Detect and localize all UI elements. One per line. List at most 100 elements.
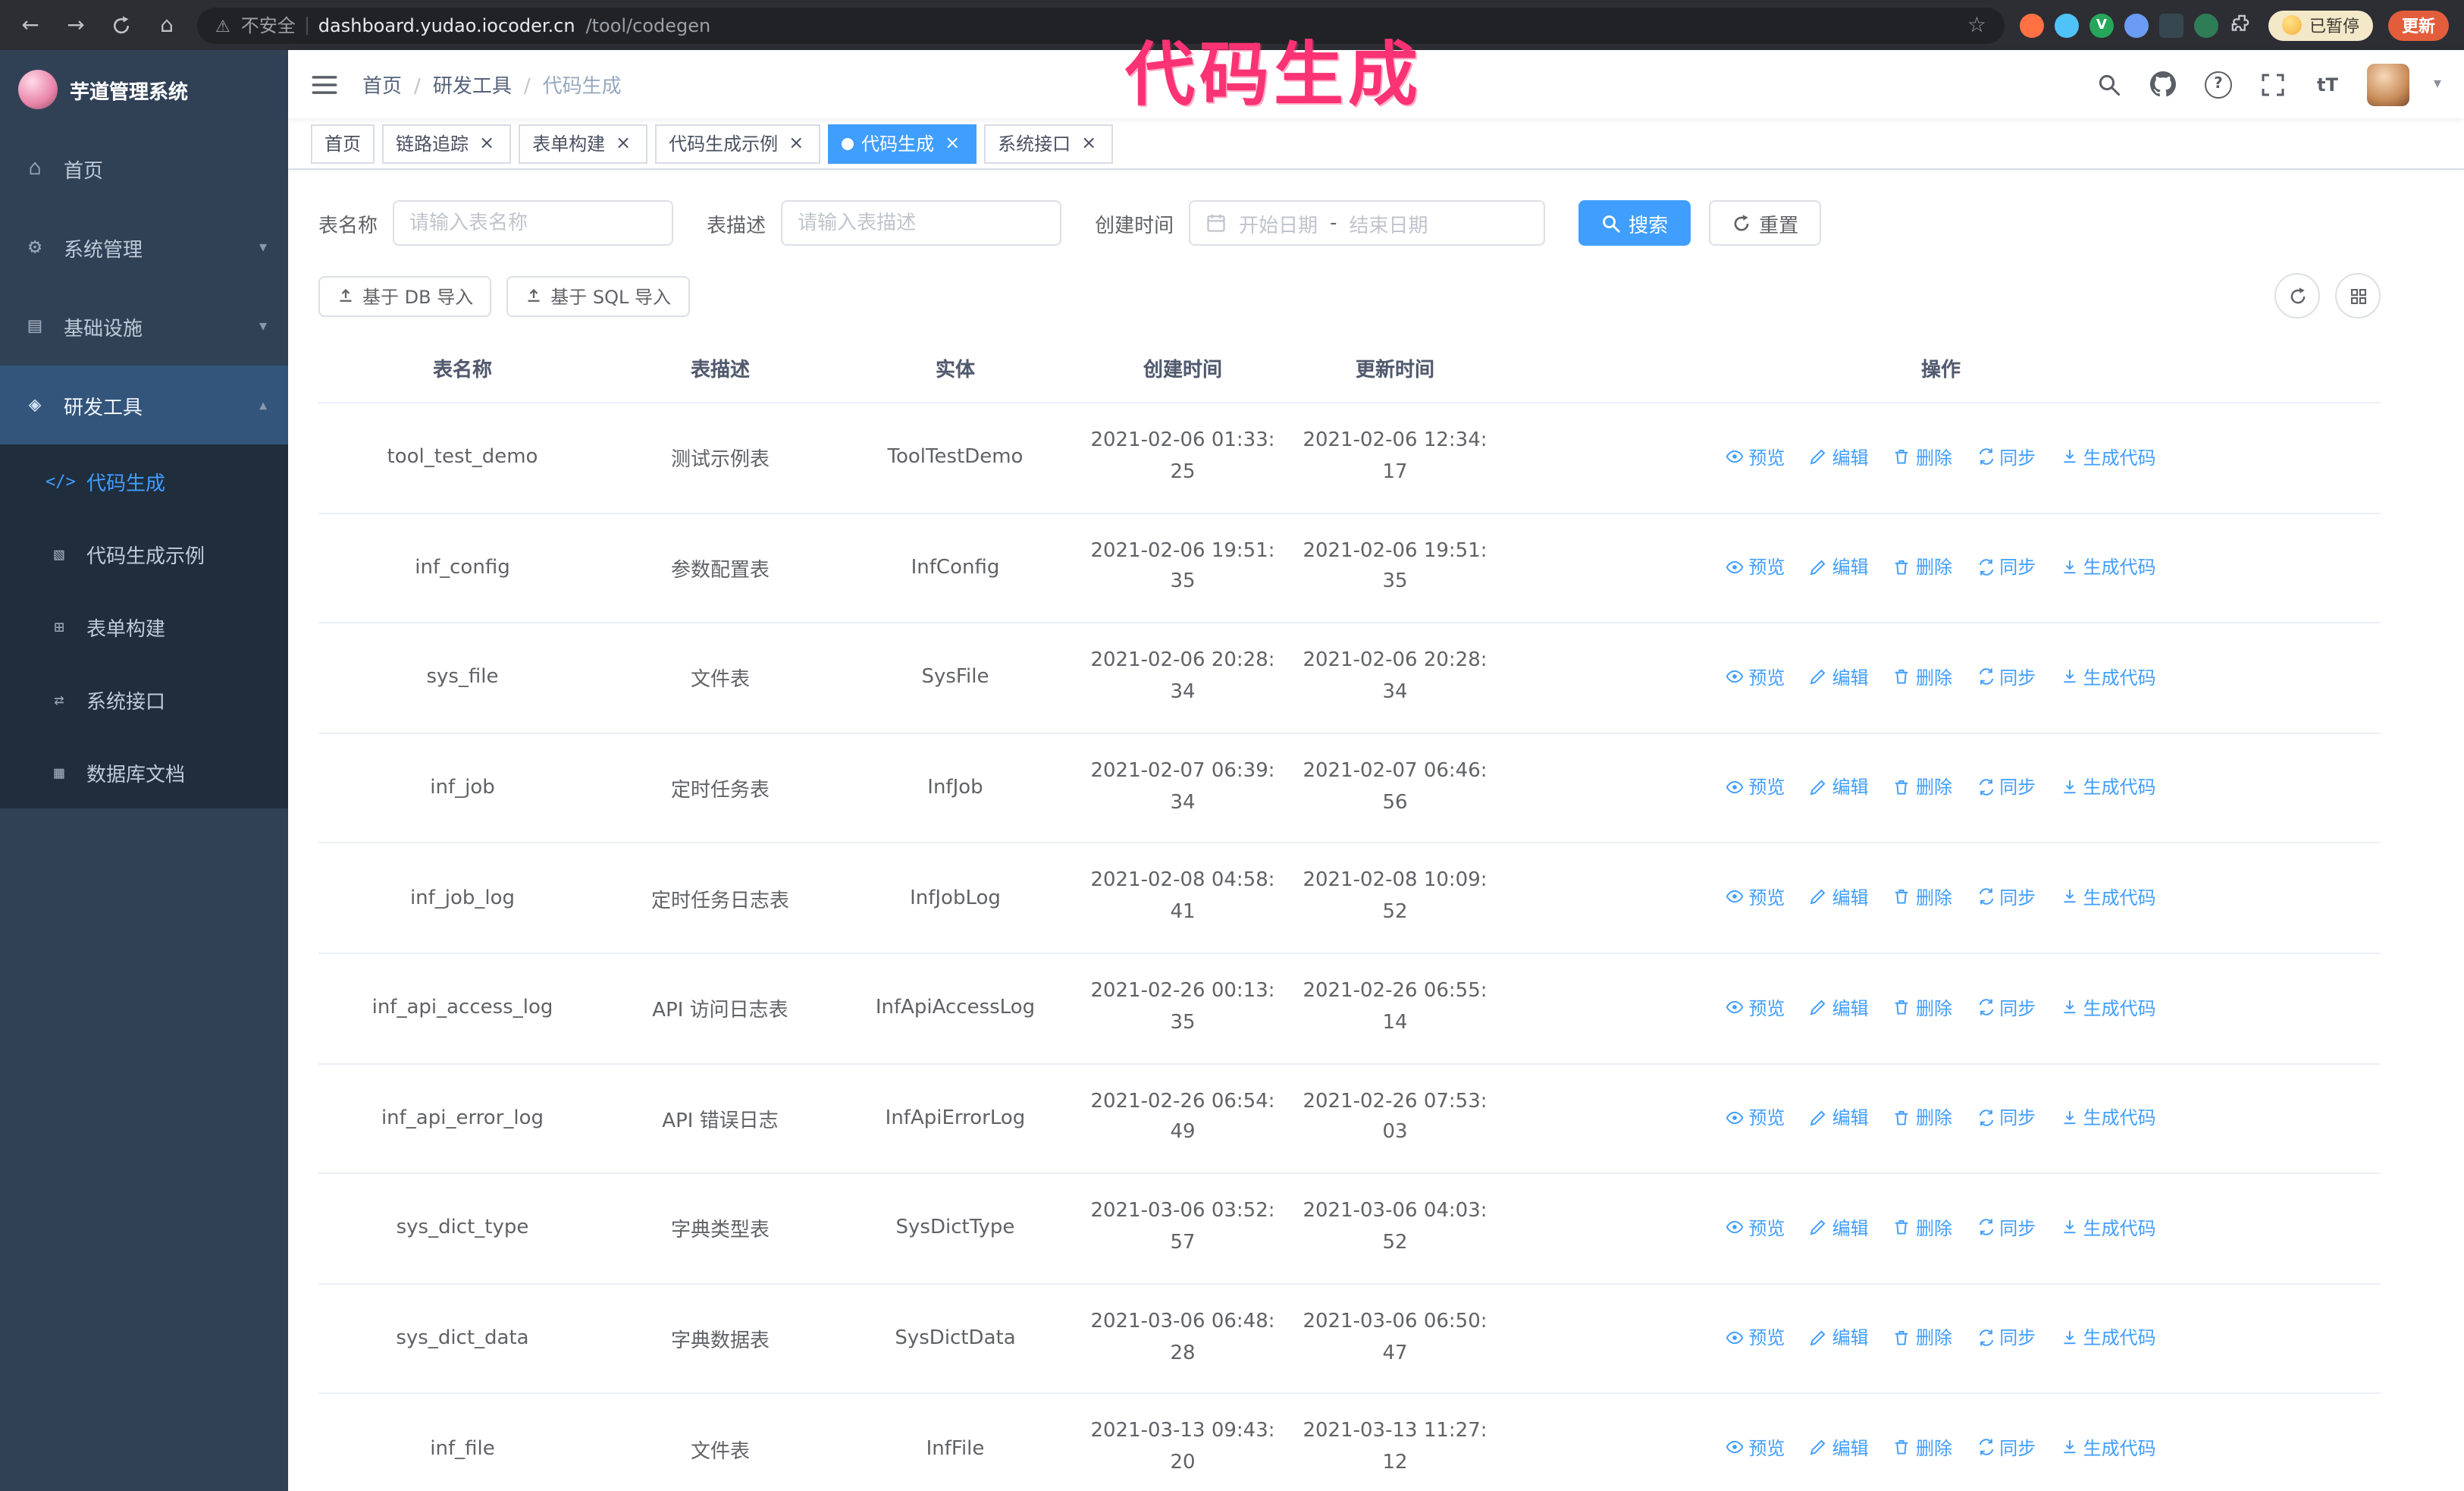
page-tag[interactable]: 系统接口 (984, 124, 1114, 163)
sidebar-subitem[interactable]: ▦ 数据库文档 (0, 736, 288, 808)
edit-link[interactable]: 编辑 (1810, 554, 1869, 579)
sync-link[interactable]: 同步 (1977, 554, 2036, 579)
refresh-table-button[interactable] (2274, 273, 2320, 319)
generate-code-link[interactable]: 生成代码 (2061, 884, 2156, 910)
collapse-sidebar-icon[interactable] (311, 69, 341, 99)
user-avatar[interactable] (2366, 63, 2409, 105)
edit-link[interactable]: 编辑 (1810, 994, 1869, 1020)
back-icon[interactable] (15, 10, 45, 40)
sidebar-subitem[interactable]: ⇄ 系统接口 (0, 663, 288, 736)
font-size-icon[interactable] (2312, 69, 2343, 99)
reload-icon[interactable] (106, 10, 136, 40)
close-icon[interactable] (1078, 133, 1099, 154)
preview-link[interactable]: 预览 (1726, 444, 1785, 469)
preview-link[interactable]: 预览 (1726, 884, 1785, 910)
page-tag[interactable]: 首页 (311, 124, 375, 163)
date-range-picker[interactable]: 开始日期 - 结束日期 (1189, 200, 1546, 246)
edit-link[interactable]: 编辑 (1810, 1325, 1869, 1351)
extension-icon[interactable] (2194, 13, 2218, 37)
table-name-input[interactable] (393, 200, 674, 246)
fullscreen-icon[interactable] (2258, 69, 2288, 99)
generate-code-link[interactable]: 生成代码 (2061, 994, 2156, 1020)
sync-link[interactable]: 同步 (1977, 1104, 2036, 1130)
extension-icon[interactable] (2159, 13, 2183, 37)
close-icon[interactable] (942, 133, 963, 154)
generate-code-link[interactable]: 生成代码 (2061, 1104, 2156, 1130)
table-desc-input[interactable] (781, 200, 1062, 246)
generate-code-link[interactable]: 生成代码 (2061, 444, 2156, 469)
github-icon[interactable] (2149, 69, 2179, 99)
preview-link[interactable]: 预览 (1726, 1325, 1785, 1351)
generate-code-link[interactable]: 生成代码 (2061, 774, 2156, 800)
delete-link[interactable]: 删除 (1893, 1325, 1952, 1351)
preview-link[interactable]: 预览 (1726, 1435, 1785, 1461)
preview-link[interactable]: 预览 (1726, 1104, 1785, 1130)
breadcrumb-item[interactable]: 研发工具 (402, 70, 512, 99)
delete-link[interactable]: 删除 (1893, 444, 1952, 469)
generate-code-link[interactable]: 生成代码 (2061, 664, 2156, 689)
page-tag[interactable]: 表单构建 (519, 124, 648, 163)
sync-link[interactable]: 同步 (1977, 444, 2036, 469)
home-icon[interactable] (152, 10, 182, 40)
page-tag[interactable]: 代码生成示例 (655, 124, 821, 163)
sync-link[interactable]: 同步 (1977, 1214, 2036, 1240)
breadcrumb-item[interactable]: 首页 (362, 70, 402, 99)
import-sql-button[interactable]: 基于 SQL 导入 (506, 275, 689, 316)
date-start-placeholder[interactable]: 开始日期 (1239, 209, 1318, 237)
sidebar-subitem[interactable]: ▧ 代码生成示例 (0, 517, 288, 590)
reset-button[interactable]: 重置 (1709, 200, 1822, 246)
extension-icon[interactable] (2055, 13, 2079, 37)
forward-icon[interactable] (61, 10, 91, 40)
app-logo[interactable]: 芋道管理系统 (0, 50, 288, 129)
import-db-button[interactable]: 基于 DB 导入 (318, 275, 492, 316)
breadcrumb-item[interactable]: 代码生成 (512, 70, 622, 99)
edit-link[interactable]: 编辑 (1810, 664, 1869, 689)
date-end-placeholder[interactable]: 结束日期 (1350, 209, 1428, 237)
extensions-puzzle-icon[interactable] (2229, 13, 2253, 37)
sidebar-item[interactable]: ⚙ 系统管理 (0, 208, 288, 287)
sync-link[interactable]: 同步 (1977, 884, 2036, 910)
delete-link[interactable]: 删除 (1893, 664, 1952, 689)
sidebar-subitem[interactable]: ⊞ 表单构建 (0, 590, 288, 663)
column-settings-button[interactable] (2335, 273, 2381, 319)
edit-link[interactable]: 编辑 (1810, 1214, 1869, 1240)
page-tag[interactable]: 代码生成 (828, 124, 977, 163)
paused-badge[interactable]: 已暂停 (2268, 10, 2373, 40)
delete-link[interactable]: 删除 (1893, 554, 1952, 579)
generate-code-link[interactable]: 生成代码 (2061, 554, 2156, 579)
avatar-caret-icon[interactable] (2434, 76, 2441, 93)
sync-link[interactable]: 同步 (1977, 1435, 2036, 1461)
extension-icon[interactable]: V (2089, 13, 2114, 37)
delete-link[interactable]: 删除 (1893, 1214, 1952, 1240)
close-icon[interactable] (476, 133, 497, 154)
address-bar[interactable]: 不安全 dashboard.yudao.iocoder.cn /tool/cod… (197, 7, 2005, 43)
help-icon[interactable] (2203, 69, 2234, 99)
bookmark-star-icon[interactable] (1967, 13, 1986, 37)
sync-link[interactable]: 同步 (1977, 664, 2036, 689)
sync-link[interactable]: 同步 (1977, 774, 2036, 800)
generate-code-link[interactable]: 生成代码 (2061, 1214, 2156, 1240)
sidebar-item[interactable]: ◈ 研发工具 (0, 366, 288, 444)
delete-link[interactable]: 删除 (1893, 1104, 1952, 1130)
edit-link[interactable]: 编辑 (1810, 774, 1869, 800)
sync-link[interactable]: 同步 (1977, 994, 2036, 1020)
edit-link[interactable]: 编辑 (1810, 1104, 1869, 1130)
sidebar-item[interactable]: ⌂ 首页 (0, 129, 288, 208)
search-icon[interactable] (2094, 69, 2124, 99)
edit-link[interactable]: 编辑 (1810, 884, 1869, 910)
extension-icon[interactable] (2020, 13, 2044, 37)
sidebar-item[interactable]: ▤ 基础设施 (0, 287, 288, 366)
delete-link[interactable]: 删除 (1893, 994, 1952, 1020)
generate-code-link[interactable]: 生成代码 (2061, 1325, 2156, 1351)
delete-link[interactable]: 删除 (1893, 884, 1952, 910)
search-button[interactable]: 搜索 (1578, 200, 1691, 246)
preview-link[interactable]: 预览 (1726, 1214, 1785, 1240)
edit-link[interactable]: 编辑 (1810, 1435, 1869, 1461)
delete-link[interactable]: 删除 (1893, 1435, 1952, 1461)
preview-link[interactable]: 预览 (1726, 774, 1785, 800)
close-icon[interactable] (613, 133, 634, 154)
update-button[interactable]: 更新 (2388, 10, 2449, 40)
delete-link[interactable]: 删除 (1893, 774, 1952, 800)
preview-link[interactable]: 预览 (1726, 554, 1785, 579)
close-icon[interactable] (785, 133, 807, 154)
